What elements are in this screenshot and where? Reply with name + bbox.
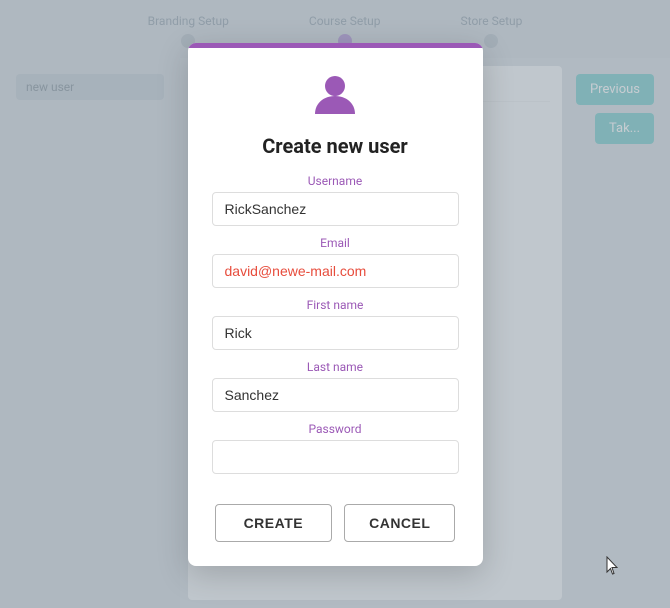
modal-top-bar <box>188 43 483 48</box>
password-label: Password <box>212 422 459 436</box>
password-input[interactable] <box>212 440 459 474</box>
modal-icon-wrapper <box>309 68 361 124</box>
email-label: Email <box>212 236 459 250</box>
username-input[interactable] <box>212 192 459 226</box>
lastname-group: Last name <box>212 360 459 412</box>
modal-buttons: CREATE CANCEL <box>215 504 456 542</box>
email-input[interactable] <box>212 254 459 288</box>
user-icon <box>309 68 361 120</box>
cursor <box>606 556 618 576</box>
firstname-input[interactable] <box>212 316 459 350</box>
firstname-label: First name <box>212 298 459 312</box>
create-user-modal: Create new user Username Email First nam… <box>188 43 483 566</box>
password-group: Password <box>212 422 459 474</box>
email-group: Email <box>212 236 459 288</box>
modal-overlay: Create new user Username Email First nam… <box>0 0 670 608</box>
username-label: Username <box>212 174 459 188</box>
modal-form: Username Email First name Last name Pass… <box>188 174 483 484</box>
lastname-input[interactable] <box>212 378 459 412</box>
modal-title: Create new user <box>262 134 408 158</box>
username-group: Username <box>212 174 459 226</box>
lastname-label: Last name <box>212 360 459 374</box>
firstname-group: First name <box>212 298 459 350</box>
create-button[interactable]: CREATE <box>215 504 333 542</box>
cancel-button[interactable]: CANCEL <box>344 504 455 542</box>
